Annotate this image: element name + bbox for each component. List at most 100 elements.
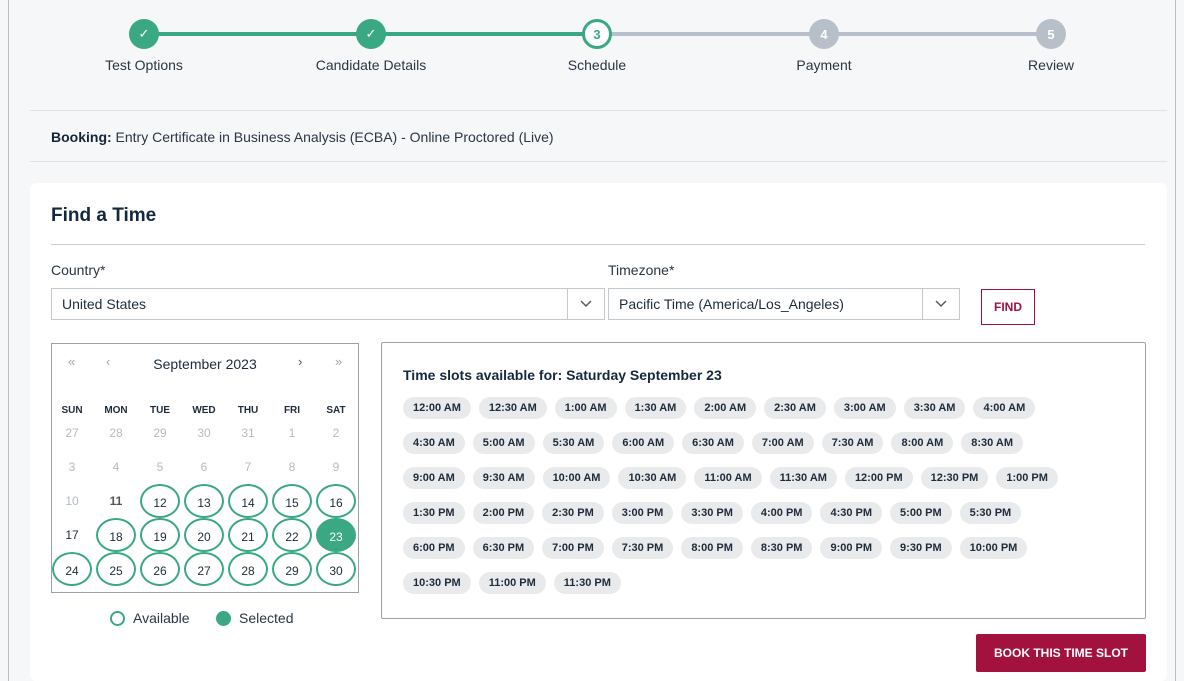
check-icon[interactable]: ✓ xyxy=(129,19,159,49)
time-slot-button[interactable]: 11:30 AM xyxy=(769,467,837,489)
calendar-day: 27 xyxy=(65,426,79,440)
calendar-day[interactable]: 18 xyxy=(96,518,136,552)
time-slot-button[interactable]: 9:00 AM xyxy=(403,467,465,489)
country-select[interactable]: United States xyxy=(51,288,605,320)
step-connector xyxy=(597,32,824,36)
chevron-down-icon[interactable] xyxy=(922,289,959,319)
weekday-header: WED xyxy=(192,405,216,416)
time-slot-button[interactable]: 2:30 AM xyxy=(764,397,826,419)
time-slot-button[interactable]: 10:00 PM xyxy=(959,537,1028,559)
time-slot-button[interactable]: 3:30 PM xyxy=(681,502,743,524)
calendar-day[interactable]: 24 xyxy=(52,552,92,586)
calendar-day: 28 xyxy=(109,426,123,440)
time-slot-button[interactable]: 5:30 PM xyxy=(959,502,1022,524)
time-slot-button[interactable]: 6:00 AM xyxy=(612,432,675,454)
calendar-day[interactable]: 25 xyxy=(96,552,136,586)
progress-stepper: ✓ Test Options ✓ Candidate Details 3 Schedule… xyxy=(0,0,1184,110)
time-slot-button[interactable]: 3:00 PM xyxy=(611,502,674,524)
time-slot-button[interactable]: 5:00 AM xyxy=(472,432,535,454)
calendar-day: 30 xyxy=(197,426,211,440)
calendar-day[interactable]: 29 xyxy=(272,552,312,586)
time-slot-button[interactable]: 1:30 PM xyxy=(403,502,465,524)
time-slot-button[interactable]: 11:00 PM xyxy=(478,572,546,594)
time-slot-button[interactable]: 1:00 AM xyxy=(554,397,617,419)
weekday-header: TUE xyxy=(150,405,170,416)
time-slot-button[interactable]: 3:30 AM xyxy=(903,397,966,419)
calendar-day[interactable]: 21 xyxy=(228,518,268,552)
booking-summary: Booking: Entry Certificate in Business A… xyxy=(51,129,554,145)
time-slot-button[interactable]: 7:00 AM xyxy=(751,432,814,454)
time-slot-button[interactable]: 3:00 AM xyxy=(833,397,896,419)
time-slot-button[interactable]: 9:00 PM xyxy=(820,537,883,559)
time-slot-button[interactable]: 8:30 PM xyxy=(750,537,813,559)
time-slot-button[interactable]: 7:30 AM xyxy=(821,432,884,454)
time-slot-button[interactable]: 5:00 PM xyxy=(890,502,952,524)
time-slot-button[interactable]: 4:30 AM xyxy=(403,432,465,454)
time-slot-button[interactable]: 2:00 AM xyxy=(694,397,757,419)
calendar-day[interactable]: 22 xyxy=(272,518,312,552)
step-label: Schedule xyxy=(567,57,627,73)
calendar-day[interactable]: 15 xyxy=(272,484,312,518)
check-icon[interactable]: ✓ xyxy=(356,19,386,49)
calendar-day: 1 xyxy=(288,426,296,440)
time-slot-button[interactable]: 11:00 AM xyxy=(694,467,762,489)
time-slot-button[interactable]: 2:00 PM xyxy=(472,502,535,524)
time-slot-button[interactable]: 6:00 PM xyxy=(403,537,465,559)
book-time-slot-button[interactable]: BOOK THIS TIME SLOT xyxy=(976,634,1146,672)
calendar-day[interactable]: 16 xyxy=(316,484,356,518)
next-year-button[interactable]: » xyxy=(335,354,342,369)
timezone-value: Pacific Time (America/Los_Angeles) xyxy=(619,296,844,312)
time-slot-button[interactable]: 9:30 PM xyxy=(890,537,952,559)
divider xyxy=(30,161,1167,162)
calendar-day[interactable]: 28 xyxy=(228,552,268,586)
chevron-down-icon[interactable] xyxy=(567,289,604,319)
calendar-day[interactable]: 13 xyxy=(184,484,224,518)
time-slot-button[interactable]: 9:30 AM xyxy=(472,467,535,489)
calendar-day-selected[interactable]: 23 xyxy=(316,518,356,552)
time-slot-button[interactable]: 10:30 AM xyxy=(618,467,687,489)
calendar-day[interactable]: 27 xyxy=(184,552,224,586)
time-slot-button[interactable]: 12:00 PM xyxy=(844,467,913,489)
card-title: Find a Time xyxy=(51,205,157,226)
time-slot-button[interactable]: 8:30 AM xyxy=(961,432,1024,454)
weekday-header: SUN xyxy=(61,405,83,416)
time-slot-button[interactable]: 8:00 PM xyxy=(681,537,743,559)
calendar-day: 6 xyxy=(200,460,208,474)
time-slot-button[interactable]: 4:00 AM xyxy=(973,397,1036,419)
time-slot-button[interactable]: 10:30 PM xyxy=(403,572,471,594)
time-slot-button[interactable]: 10:00 AM xyxy=(542,467,611,489)
time-slot-button[interactable]: 5:30 AM xyxy=(542,432,605,454)
time-slot-button[interactable]: 4:00 PM xyxy=(750,502,813,524)
time-slot-button[interactable]: 7:30 PM xyxy=(611,537,674,559)
timezone-select[interactable]: Pacific Time (America/Los_Angeles) xyxy=(608,288,960,320)
time-slot-button[interactable]: 12:30 AM xyxy=(478,397,547,419)
time-slot-button[interactable]: 1:30 AM xyxy=(624,397,687,419)
calendar-day[interactable]: 12 xyxy=(140,484,180,518)
time-slot-button[interactable]: 7:00 PM xyxy=(542,537,604,559)
calendar-day[interactable]: 14 xyxy=(228,484,268,518)
time-slot-button[interactable]: 11:30 PM xyxy=(553,572,621,594)
date-picker-calendar: « ‹ September 2023 › » SUN MON TUE WED THU FR… xyxy=(51,343,359,593)
calendar-day: 2 xyxy=(332,426,340,440)
calendar-day: 5 xyxy=(156,460,164,474)
time-slot-button[interactable]: 12:00 AM xyxy=(403,397,471,419)
time-slot-button[interactable]: 12:30 PM xyxy=(920,467,989,489)
divider xyxy=(30,110,1167,111)
time-slot-button[interactable]: 1:00 PM xyxy=(996,467,1058,489)
step-label: Test Options xyxy=(105,57,183,73)
step-number: 3 xyxy=(582,19,612,49)
time-slot-button[interactable]: 4:30 PM xyxy=(820,502,883,524)
next-month-button[interactable]: › xyxy=(298,354,302,369)
calendar-day[interactable]: 30 xyxy=(316,552,356,586)
step-number: 5 xyxy=(1036,19,1066,49)
booking-text: Entry Certificate in Business Analysis (… xyxy=(111,129,554,145)
country-value: United States xyxy=(62,296,147,312)
calendar-day[interactable]: 19 xyxy=(140,518,180,552)
time-slot-button[interactable]: 2:30 PM xyxy=(542,502,604,524)
time-slot-button[interactable]: 6:30 PM xyxy=(472,537,535,559)
time-slot-button[interactable]: 6:30 AM xyxy=(682,432,744,454)
find-button[interactable]: FIND xyxy=(981,289,1035,325)
calendar-day[interactable]: 26 xyxy=(140,552,180,586)
calendar-day[interactable]: 20 xyxy=(184,518,224,552)
time-slot-button[interactable]: 8:00 AM xyxy=(891,432,954,454)
